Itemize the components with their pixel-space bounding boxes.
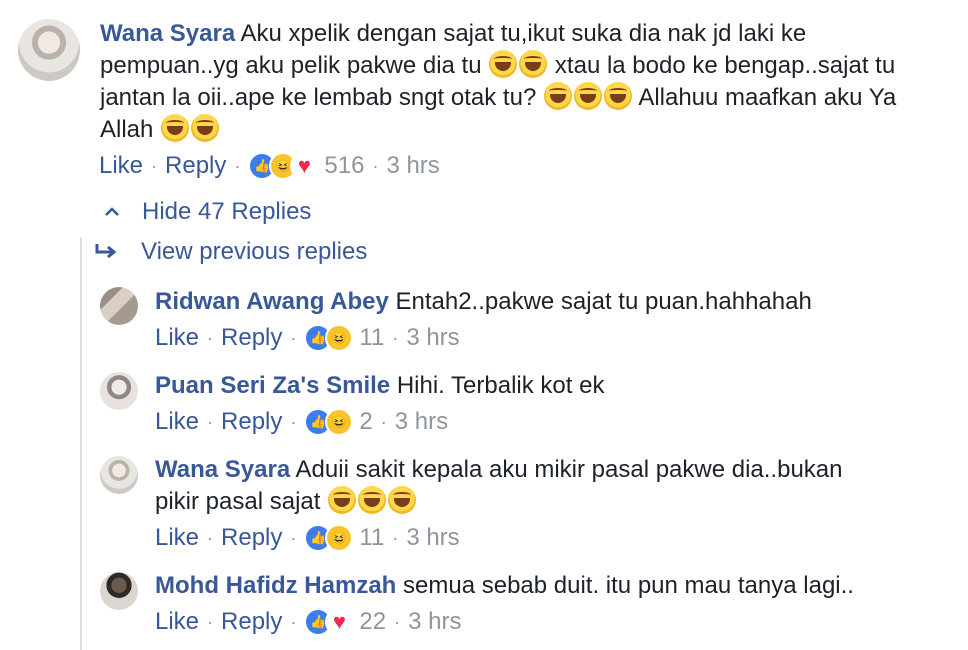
grinning-sweat-emoji-icon <box>358 486 387 514</box>
chevron-up-icon <box>105 207 119 216</box>
comment-body: Wana Syara Aku xpelik dengan sajat tu,ik… <box>100 18 950 146</box>
like-link[interactable]: Like <box>155 407 199 437</box>
separator-dot: · <box>380 412 387 432</box>
separator-dot: · <box>207 328 214 348</box>
separator-dot: · <box>290 612 297 632</box>
haha-icon: 😆 <box>325 324 354 352</box>
avatar[interactable] <box>100 372 138 410</box>
comment-author[interactable]: Wana Syara <box>100 20 235 47</box>
timestamp[interactable]: 3 hrs <box>395 407 448 437</box>
reply-author[interactable]: Wana Syara <box>155 456 290 483</box>
grinning-sweat-emoji-icon <box>543 82 572 110</box>
like-link[interactable]: Like <box>155 523 199 553</box>
grinning-sweat-emoji-icon <box>489 50 518 78</box>
reply-body: Wana Syara Aduii sakit kepala aku mikir … <box>155 454 875 518</box>
like-link[interactable]: Like <box>99 151 143 181</box>
separator-dot: · <box>290 412 297 432</box>
reply-body: Ridwan Awang Abey Entah2..pakwe sajat tu… <box>155 286 945 318</box>
thread-line <box>80 237 82 650</box>
reply-link[interactable]: Reply <box>221 323 282 353</box>
reaction-count[interactable]: 22 <box>359 607 386 637</box>
reaction-icons[interactable]: 👍 😆 <box>304 524 354 552</box>
avatar[interactable] <box>18 19 80 81</box>
reply-link[interactable]: Reply <box>165 151 226 181</box>
reply-author[interactable]: Puan Seri Za's Smile <box>155 372 390 399</box>
timestamp[interactable]: 3 hrs <box>406 323 459 353</box>
view-previous-label: View previous replies <box>141 238 368 265</box>
reply-body: Mohd Hafidz Hamzah semua sebab duit. itu… <box>155 570 945 602</box>
laughing-emoji-icon <box>191 114 220 142</box>
avatar[interactable] <box>100 572 138 610</box>
separator-dot: · <box>394 612 401 632</box>
reply-actions: Like · Reply · 👍 😆 2 · 3 hrs <box>155 407 448 437</box>
comment-actions: Like · Reply · 👍 😆 ♥ 516 · 3 hrs <box>99 151 440 181</box>
timestamp[interactable]: 3 hrs <box>386 151 439 181</box>
reaction-icons[interactable]: 👍 😆 <box>304 408 354 436</box>
reply-text: semua sebab duit. itu pun mau tanya lagi… <box>403 572 854 599</box>
separator-dot: · <box>151 156 158 176</box>
reply-text: Hihi. Terbalik kot ek <box>396 372 605 399</box>
haha-icon: 😆 <box>325 408 354 436</box>
separator-dot: · <box>392 528 399 548</box>
reply-author[interactable]: Ridwan Awang Abey <box>155 288 389 315</box>
grinning-sweat-emoji-icon <box>328 486 357 514</box>
reaction-count[interactable]: 11 <box>359 323 384 353</box>
avatar[interactable] <box>100 287 138 325</box>
haha-icon: 😆 <box>325 524 354 552</box>
timestamp[interactable]: 3 hrs <box>408 607 461 637</box>
separator-dot: · <box>207 412 214 432</box>
reply-body: Puan Seri Za's Smile Hihi. Terbalik kot … <box>155 370 945 402</box>
reply-arrow-icon <box>95 244 117 259</box>
grinning-sweat-emoji-icon <box>573 82 602 110</box>
reaction-count[interactable]: 516 <box>324 151 364 181</box>
timestamp[interactable]: 3 hrs <box>406 523 459 553</box>
reaction-count[interactable]: 11 <box>359 523 384 553</box>
separator-dot: · <box>207 612 214 632</box>
reply-author[interactable]: Mohd Hafidz Hamzah <box>155 572 396 599</box>
view-previous-replies-button[interactable]: View previous replies <box>95 238 367 266</box>
like-link[interactable]: Like <box>155 607 199 637</box>
reaction-count[interactable]: 2 <box>359 407 372 437</box>
reply-link[interactable]: Reply <box>221 607 282 637</box>
reaction-icons[interactable]: 👍 😆 ♥ <box>248 152 319 180</box>
reaction-icons[interactable]: 👍 😆 <box>304 324 354 352</box>
love-icon: ♥ <box>325 608 354 636</box>
separator-dot: · <box>290 528 297 548</box>
separator-dot: · <box>290 328 297 348</box>
avatar[interactable] <box>100 456 138 494</box>
grinning-sweat-emoji-icon <box>603 82 632 110</box>
love-icon: ♥ <box>290 152 319 180</box>
separator-dot: · <box>207 528 214 548</box>
separator-dot: · <box>372 156 379 176</box>
reply-actions: Like · Reply · 👍 😆 11 · 3 hrs <box>155 323 460 353</box>
reply-actions: Like · Reply · 👍 ♥ 22 · 3 hrs <box>155 607 461 637</box>
reply-link[interactable]: Reply <box>221 407 282 437</box>
grinning-sweat-emoji-icon <box>388 486 417 514</box>
laughing-emoji-icon <box>161 114 190 142</box>
like-link[interactable]: Like <box>155 323 199 353</box>
separator-dot: · <box>234 156 241 176</box>
separator-dot: · <box>392 328 399 348</box>
grinning-sweat-emoji-icon <box>519 50 548 78</box>
reply-link[interactable]: Reply <box>221 523 282 553</box>
hide-replies-button[interactable]: Hide 47 Replies <box>100 198 311 226</box>
hide-replies-label: Hide 47 Replies <box>142 198 312 225</box>
reply-actions: Like · Reply · 👍 😆 11 · 3 hrs <box>155 523 460 553</box>
reply-text: Entah2..pakwe sajat tu puan.hahhahah <box>395 288 812 315</box>
reaction-icons[interactable]: 👍 ♥ <box>304 608 354 636</box>
